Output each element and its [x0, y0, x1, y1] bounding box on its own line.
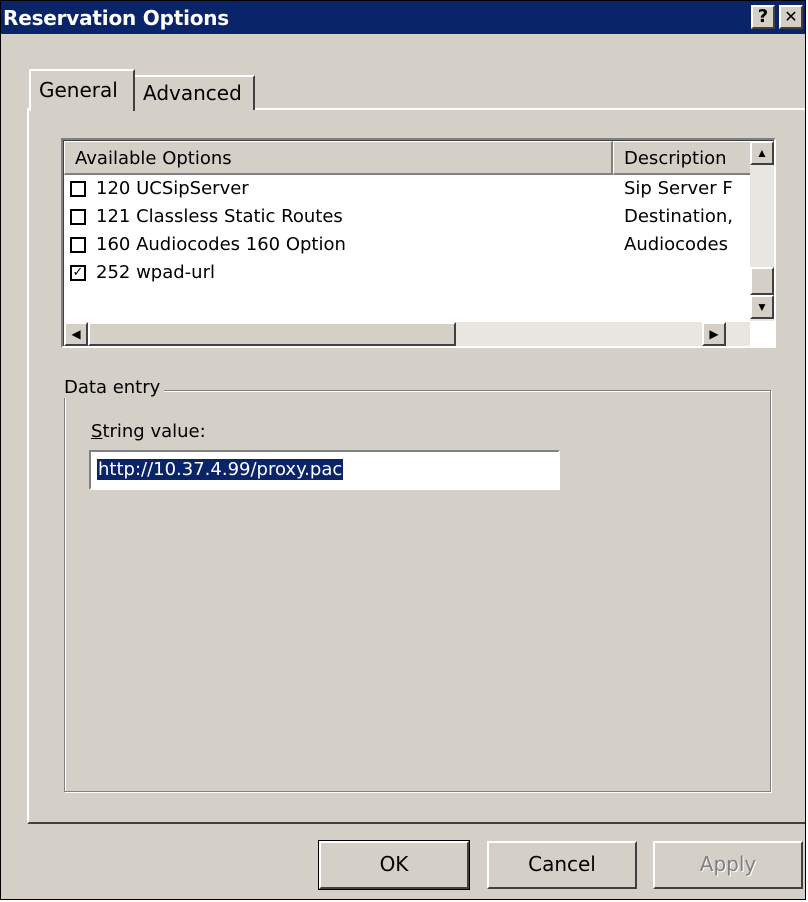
list-item[interactable]: 160 Audiocodes 160 Option Audiocodes	[64, 232, 744, 260]
tab-general[interactable]: General	[29, 69, 135, 111]
checkbox-checked[interactable]: ✓	[70, 265, 86, 281]
scroll-down-icon[interactable]: ▼	[750, 295, 774, 319]
option-name: 120 UCSipServer	[96, 178, 249, 199]
checkbox[interactable]	[70, 181, 86, 197]
vertical-scrollbar[interactable]: ▲ ▼	[750, 141, 774, 321]
title-bar[interactable]: Reservation Options ? ✕	[1, 1, 805, 34]
option-description: Audiocodes	[624, 234, 728, 255]
scroll-thumb[interactable]	[750, 267, 774, 295]
close-button[interactable]: ✕	[779, 5, 803, 29]
column-header-available-options[interactable]: Available Options	[64, 141, 613, 175]
list-item[interactable]: 121 Classless Static Routes Destination,	[64, 204, 744, 232]
option-description: Destination,	[624, 206, 734, 227]
legend-label: Data entry	[64, 377, 161, 398]
reservation-options-dialog: Reservation Options ? ✕ General Advanced…	[0, 0, 806, 900]
option-name: 252 wpad-url	[96, 262, 215, 283]
string-value-input[interactable]: http://10.37.4.99/proxy.pac	[89, 450, 560, 490]
label-text: tring value:	[102, 421, 206, 442]
cancel-button[interactable]: Cancel	[487, 841, 637, 889]
scroll-left-icon[interactable]: ◀	[64, 322, 88, 346]
string-value-text: http://10.37.4.99/proxy.pac	[97, 459, 344, 480]
options-list[interactable]: Available Options Description 120 UCSipS…	[61, 138, 776, 348]
option-description: Sip Server F	[624, 178, 733, 199]
tab-advanced[interactable]: Advanced	[135, 75, 255, 110]
option-name: 121 Classless Static Routes	[96, 206, 343, 227]
horizontal-scrollbar[interactable]: ◀ ▶	[64, 322, 750, 346]
scroll-thumb[interactable]	[88, 322, 456, 346]
string-value-label: String value:	[91, 421, 206, 442]
help-button[interactable]: ?	[751, 5, 775, 29]
accelerator-key: S	[91, 421, 103, 442]
checkbox[interactable]	[70, 237, 86, 253]
window-title: Reservation Options	[3, 6, 230, 30]
list-item[interactable]: 120 UCSipServer Sip Server F	[64, 176, 744, 204]
scroll-right-icon[interactable]: ▶	[702, 322, 726, 346]
data-entry-legend: Data entry	[60, 377, 165, 398]
scroll-up-icon[interactable]: ▲	[750, 141, 774, 165]
checkbox[interactable]	[70, 209, 86, 225]
ok-button[interactable]: OK	[318, 840, 470, 890]
column-header-description[interactable]: Description	[613, 141, 753, 175]
list-item[interactable]: ✓ 252 wpad-url	[64, 260, 744, 288]
apply-button[interactable]: Apply	[653, 841, 803, 889]
option-name: 160 Audiocodes 160 Option	[96, 234, 346, 255]
